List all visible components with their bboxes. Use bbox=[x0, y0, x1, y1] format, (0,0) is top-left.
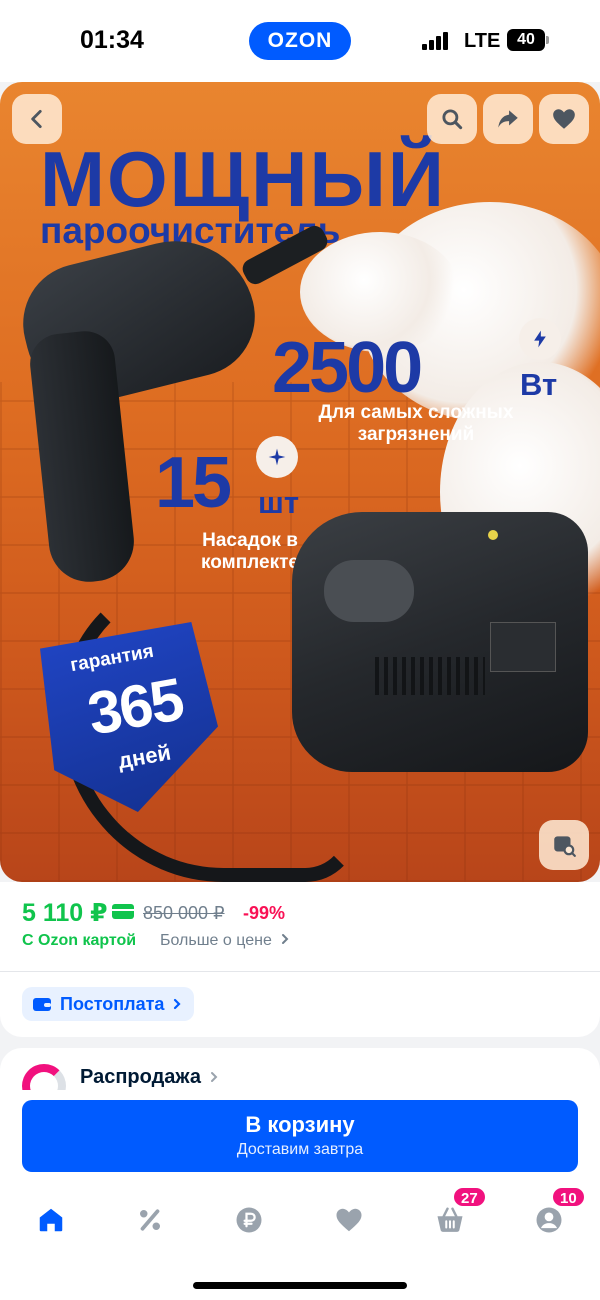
signal-icon bbox=[422, 32, 452, 50]
tab-ruble[interactable] bbox=[229, 1200, 269, 1240]
sale-label-text: Распродажа bbox=[80, 1066, 201, 1088]
chevron-right-icon bbox=[282, 934, 289, 944]
profile-count-badge: 10 bbox=[551, 1186, 586, 1208]
nozzle-count: 15 bbox=[155, 443, 232, 523]
power-caption: Для самых сложных загрязнений bbox=[318, 402, 514, 445]
power-value: 2500 bbox=[272, 328, 423, 408]
postpay-section: Постоплата bbox=[0, 972, 600, 1037]
cart-subtitle: Доставим завтра bbox=[236, 1141, 364, 1158]
steamer-unit-cap bbox=[324, 560, 414, 622]
battery-level: 40 bbox=[517, 31, 535, 48]
ozon-logo[interactable]: OZON bbox=[249, 22, 351, 60]
sparkle-icon bbox=[256, 436, 298, 478]
steamer-unit-light bbox=[488, 530, 498, 540]
battery-icon: 40 bbox=[507, 29, 545, 51]
basket-icon bbox=[437, 1207, 463, 1232]
price-old: 850 000 ₽ bbox=[143, 903, 225, 923]
price-section: 5 110 ₽ 850 000 ₽ -99% С Ozon картой Бол… bbox=[0, 882, 600, 972]
favorite-icon bbox=[553, 109, 575, 129]
home-indicator bbox=[193, 1282, 407, 1289]
battery-tip bbox=[546, 36, 549, 44]
product-image[interactable]: МОЩНЫЙ пароочиститель 2500 Вт Для самых … bbox=[0, 82, 600, 882]
share-icon bbox=[498, 110, 518, 128]
network-label: LTE bbox=[464, 30, 501, 52]
power-unit: Вт bbox=[520, 367, 558, 402]
ruble-icon bbox=[236, 1207, 262, 1233]
price-current: 5 110 ₽ bbox=[22, 899, 108, 927]
more-price-label: Больше о цене bbox=[160, 932, 272, 949]
search-icon bbox=[442, 109, 463, 130]
tab-bar: 27 10 bbox=[0, 1182, 600, 1300]
tab-profile[interactable]: 10 bbox=[529, 1186, 586, 1240]
percent-icon bbox=[140, 1209, 160, 1231]
search-button[interactable] bbox=[427, 94, 477, 144]
wallet-icon bbox=[33, 998, 51, 1011]
cart-count-badge: 27 bbox=[452, 1186, 487, 1208]
heart-icon bbox=[336, 1208, 362, 1232]
image-search-button[interactable] bbox=[539, 820, 589, 870]
nozzle-unit: шт bbox=[258, 485, 300, 520]
chevron-right-icon bbox=[174, 998, 181, 1010]
chevron-right-icon bbox=[210, 1072, 217, 1082]
ozon-card-icon bbox=[112, 904, 134, 919]
tab-favorites[interactable] bbox=[329, 1200, 369, 1240]
postpay-chip[interactable]: Постоплата bbox=[22, 987, 195, 1021]
home-icon bbox=[39, 1208, 63, 1232]
lightning-icon bbox=[519, 318, 561, 360]
image-search-icon bbox=[554, 836, 576, 857]
favorite-button[interactable] bbox=[539, 94, 589, 144]
back-button[interactable] bbox=[12, 94, 62, 144]
profile-icon bbox=[536, 1207, 562, 1233]
tab-discounts[interactable] bbox=[130, 1200, 170, 1240]
ozon-card-label: С Ozon картой bbox=[22, 932, 137, 949]
price-discount: -99% bbox=[243, 903, 286, 923]
sale-label: Распродажа bbox=[80, 1066, 219, 1089]
steamer-unit-label bbox=[490, 622, 556, 672]
cart-bar: В корзину Доставим завтра bbox=[0, 1090, 600, 1182]
back-icon bbox=[31, 110, 42, 128]
more-price-link[interactable]: Больше о цене bbox=[160, 932, 290, 950]
status-time: 01:34 bbox=[80, 26, 144, 54]
product-page: 01:34 OZON LTE 40 МОЩНЫЙ пароочиститель … bbox=[0, 0, 600, 1300]
postpay-label: Постоплата bbox=[60, 993, 165, 1014]
tab-cart[interactable]: 27 bbox=[430, 1186, 487, 1240]
steamer-unit-vent bbox=[375, 657, 485, 695]
add-to-cart-button[interactable]: В корзину Доставим завтра bbox=[22, 1100, 578, 1172]
share-button[interactable] bbox=[483, 94, 533, 144]
status-bar: 01:34 OZON LTE 40 bbox=[0, 0, 600, 82]
cart-title: В корзину bbox=[245, 1112, 355, 1137]
tab-home[interactable] bbox=[31, 1200, 71, 1240]
